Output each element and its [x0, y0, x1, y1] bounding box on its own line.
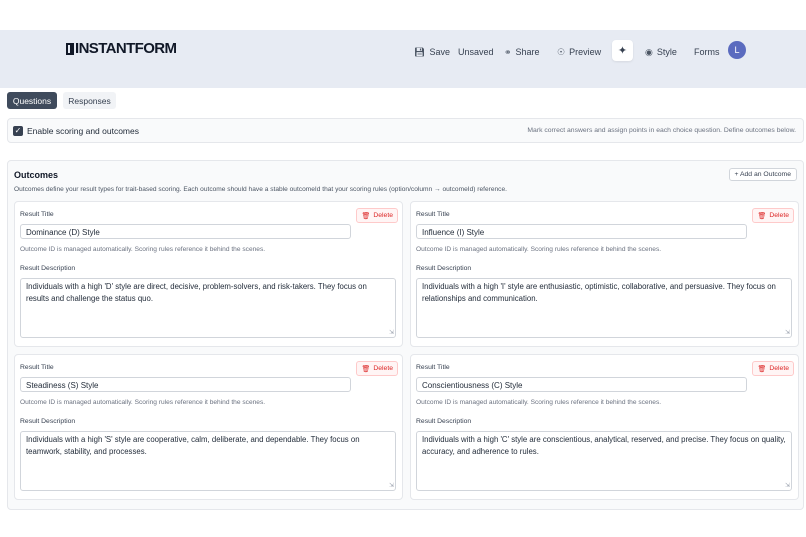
delete-outcome-button[interactable]: 🗑︎ Delete [356, 208, 398, 223]
add-outcome-label: + Add an Outcome [734, 171, 792, 178]
style-label: Style [656, 47, 677, 57]
result-title-input[interactable]: Influence (I) Style [416, 224, 747, 239]
result-description-text: Individuals with a high 'C' style are co… [422, 435, 786, 456]
outcome-id-note: Outcome ID is managed automatically. Sco… [416, 399, 662, 406]
tab-responses[interactable]: Responses [63, 92, 116, 109]
style-button[interactable]: ◉ Style [645, 42, 677, 62]
delete-outcome-button[interactable]: 🗑︎ Delete [752, 361, 794, 376]
outcome-card: Result Title 🗑︎ Delete Conscientiousness… [410, 354, 799, 500]
top-strip [0, 0, 806, 30]
resize-handle-icon[interactable]: ⇲ [389, 483, 394, 489]
result-title-input[interactable]: Steadiness (S) Style [20, 377, 351, 392]
unsaved-status: Unsaved [458, 42, 494, 62]
outcome-card: Result Title 🗑︎ Delete Steadiness (S) St… [14, 354, 403, 500]
result-description-textarea[interactable]: Individuals with a high 'S' style are co… [20, 431, 396, 491]
logo-text: INSTANTFORM [75, 40, 177, 57]
forms-label: Forms [694, 47, 720, 57]
result-description-text: Individuals with a high 'I' style are en… [422, 282, 776, 303]
outcome-id-note: Outcome ID is managed automatically. Sco… [416, 246, 662, 253]
save-button[interactable]: 💾︎ Save [414, 42, 450, 62]
delete-label: Delete [769, 365, 789, 372]
unsaved-label: Unsaved [458, 47, 494, 57]
result-title-label: Result Title [20, 364, 54, 371]
logo-mark-icon [66, 42, 74, 55]
result-description-text: Individuals with a high 'S' style are co… [26, 435, 360, 456]
avatar-initial: L [734, 45, 740, 55]
result-description-label: Result Description [416, 418, 472, 425]
share-label: Share [515, 47, 540, 57]
result-description-label: Result Description [416, 265, 472, 272]
eye-icon: ☉ [557, 46, 566, 57]
scoring-hint: Mark correct answers and assign points i… [527, 127, 796, 134]
outcome-id-note: Outcome ID is managed automatically. Sco… [20, 399, 266, 406]
save-icon: 💾︎ [414, 46, 426, 57]
magic-wand-icon: ✦ [617, 45, 628, 57]
outcome-card: Result Title 🗑︎ Delete Dominance (D) Sty… [14, 201, 403, 347]
outcomes-title: Outcomes [14, 170, 59, 180]
palette-icon: ◉ [645, 46, 653, 57]
result-description-textarea[interactable]: Individuals with a high 'C' style are co… [416, 431, 792, 491]
share-button[interactable]: ⚭ Share [504, 42, 540, 62]
result-description-textarea[interactable]: Individuals with a high 'I' style are en… [416, 278, 792, 338]
enable-scoring-label[interactable]: Enable scoring and outcomes [27, 126, 139, 136]
result-description-text: Individuals with a high 'D' style are di… [26, 282, 367, 303]
resize-handle-icon[interactable]: ⇲ [389, 330, 394, 336]
delete-label: Delete [373, 212, 393, 219]
trash-icon: 🗑︎ [361, 365, 371, 373]
result-description-label: Result Description [20, 265, 76, 272]
share-icon: ⚭ [504, 46, 512, 57]
tab-questions-label: Questions [12, 95, 52, 106]
trash-icon: 🗑︎ [361, 212, 371, 220]
preview-button[interactable]: ☉ Preview [557, 42, 601, 62]
delete-label: Delete [769, 212, 789, 219]
user-avatar[interactable]: L [728, 41, 746, 59]
editor-tabs: Questions Responses [7, 92, 116, 109]
app-header: INSTANTFORM 💾︎ Save Unsaved ⚭ Share ☉ Pr… [0, 30, 806, 88]
result-title-input[interactable]: Conscientiousness (C) Style [416, 377, 747, 392]
trash-icon: 🗑︎ [757, 365, 767, 373]
result-title-input[interactable]: Dominance (D) Style [20, 224, 351, 239]
outcome-card: Result Title 🗑︎ Delete Influence (I) Sty… [410, 201, 799, 347]
tab-responses-label: Responses [68, 95, 111, 106]
result-title-label: Result Title [20, 211, 54, 218]
app-logo[interactable]: INSTANTFORM [66, 40, 177, 57]
delete-outcome-button[interactable]: 🗑︎ Delete [752, 208, 794, 223]
result-description-textarea[interactable]: Individuals with a high 'D' style are di… [20, 278, 396, 338]
save-label: Save [429, 47, 450, 57]
outcome-id-note: Outcome ID is managed automatically. Sco… [20, 246, 266, 253]
add-outcome-button[interactable]: + Add an Outcome [728, 168, 797, 181]
delete-label: Delete [373, 365, 393, 372]
enable-scoring-checkbox[interactable]: ✓ [13, 126, 23, 136]
outcomes-panel: Outcomes Outcomes define your result typ… [7, 160, 804, 510]
result-title-label: Result Title [416, 211, 450, 218]
result-description-label: Result Description [20, 418, 76, 425]
outcomes-description: Outcomes define your result types for tr… [14, 186, 507, 193]
resize-handle-icon[interactable]: ⇲ [785, 483, 790, 489]
forms-link[interactable]: Forms [694, 42, 720, 62]
delete-outcome-button[interactable]: 🗑︎ Delete [356, 361, 398, 376]
trash-icon: 🗑︎ [757, 212, 767, 220]
tab-questions[interactable]: Questions [7, 92, 57, 109]
preview-label: Preview [569, 47, 602, 57]
magic-wand-button[interactable]: ✦ [612, 40, 633, 61]
scoring-settings-bar: ✓ Enable scoring and outcomes Mark corre… [7, 118, 804, 143]
resize-handle-icon[interactable]: ⇲ [785, 330, 790, 336]
result-title-label: Result Title [416, 364, 450, 371]
